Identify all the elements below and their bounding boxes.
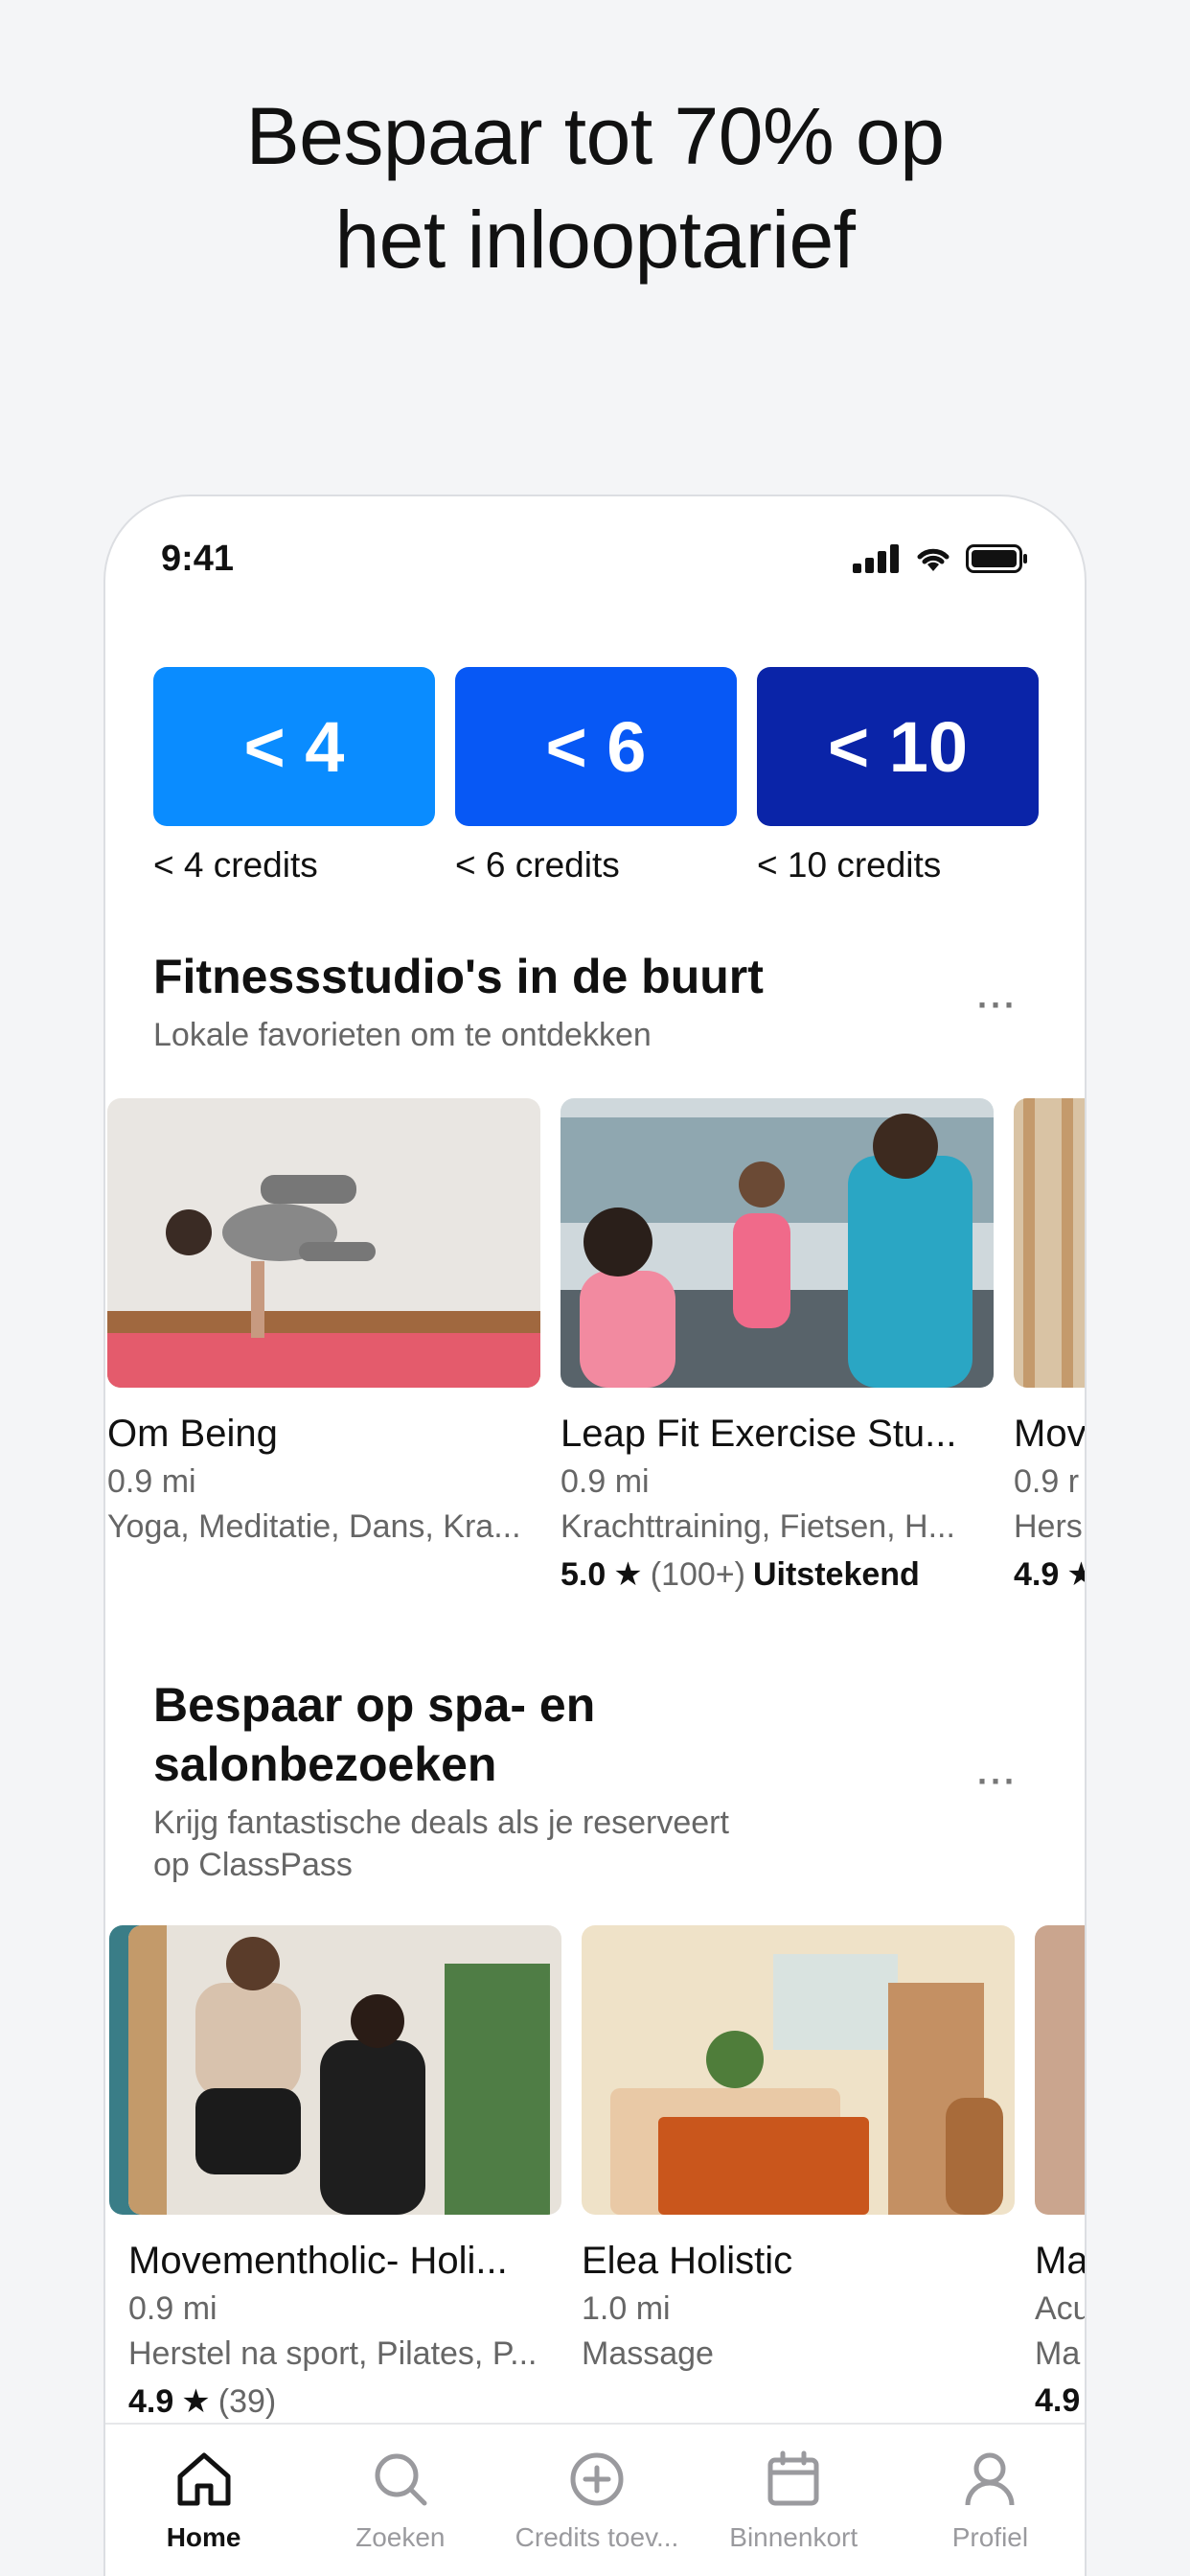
studio-tags: Herstel na sport, Pilates, P... xyxy=(128,2335,538,2372)
section-subtitle-line2: op ClassPass xyxy=(153,1847,353,1883)
status-icons xyxy=(853,544,1029,573)
headline-line2: het inlooptarief xyxy=(334,195,856,285)
studio-name: Om Being xyxy=(107,1413,278,1455)
studio-image xyxy=(128,1925,561,2215)
more-options-button[interactable]: ··· xyxy=(977,985,1018,1025)
tab-label: Zoeken xyxy=(355,2522,446,2552)
studio-distance: Acu xyxy=(1035,2290,1087,2327)
studio-distance: 0.9 mi xyxy=(128,2290,217,2327)
star-icon: ★ xyxy=(1066,1555,1085,1594)
studio-card[interactable]: Ma Acu Ma 4.9 xyxy=(1035,1925,1087,2420)
credit-tile[interactable]: < 4 xyxy=(153,667,435,826)
search-icon xyxy=(375,2453,427,2506)
studio-rating: 4.9 xyxy=(1035,2382,1085,2420)
rating-score: 4.9 xyxy=(1035,2382,1081,2419)
studio-name: Leap Fit Exercise Stu... xyxy=(561,1413,957,1455)
studio-distance: 1.0 mi xyxy=(582,2290,671,2327)
studio-distance: 0.9 r xyxy=(1014,1463,1080,1500)
studio-card[interactable]: Mov 0.9 r Hers 4.9 ★ xyxy=(1014,1098,1087,1594)
tab-search[interactable]: Zoeken xyxy=(302,2425,498,2576)
status-time: 9:41 xyxy=(161,538,235,579)
studio-card[interactable]: Movementholic- Holi... 0.9 mi Herstel na… xyxy=(128,1925,561,2421)
calendar-icon xyxy=(767,2450,819,2506)
profile-icon xyxy=(965,2452,1015,2506)
phone-frame: 9:41 < 4 < 4 credits < 6 < 6 credits < 1… xyxy=(103,494,1087,2576)
studio-card[interactable]: Om Being 0.9 mi Yoga, Meditatie, Dans, K… xyxy=(107,1098,540,1546)
credit-tile[interactable]: < 10 xyxy=(757,667,1039,826)
tab-add-credits[interactable]: Credits toev... xyxy=(498,2425,695,2576)
star-icon: ★ xyxy=(181,2383,211,2420)
home-icon xyxy=(177,2452,231,2506)
section-subtitle-line1: Krijg fantastische deals als je reservee… xyxy=(153,1805,729,1841)
section-title-line1: Bespaar op spa- en xyxy=(153,1678,596,1732)
studio-rating: 4.9 ★ (39) xyxy=(128,2382,561,2421)
credit-filters: < 4 < 4 credits < 6 < 6 credits < 10 < 1… xyxy=(153,667,1040,886)
rating-score: 4.9 xyxy=(1014,1555,1060,1593)
credit-filter-10[interactable]: < 10 < 10 credits xyxy=(757,667,1039,886)
tab-label: Credits toev... xyxy=(515,2522,679,2552)
tab-home[interactable]: Home xyxy=(105,2425,302,2576)
rating-label: Uitstekend xyxy=(752,1555,920,1593)
tab-upcoming[interactable]: Binnenkort xyxy=(696,2425,892,2576)
more-options-button[interactable]: ··· xyxy=(977,1761,1018,1802)
studio-tags: Hers xyxy=(1014,1508,1083,1545)
studio-tags: Massage xyxy=(582,2335,714,2372)
section-subtitle-spa: Krijg fantastische deals als je reservee… xyxy=(153,1802,729,1886)
studio-tags: Krachttraining, Fietsen, H... xyxy=(561,1508,955,1545)
studio-card[interactable]: Leap Fit Exercise Stu... 0.9 mi Krachttr… xyxy=(561,1098,994,1594)
credit-filter-6[interactable]: < 6 < 6 credits xyxy=(455,667,737,886)
studio-name: Elea Holistic xyxy=(582,2240,793,2282)
studio-image xyxy=(107,1098,540,1388)
battery-icon xyxy=(966,544,1027,573)
section-title-line2: salonbezoeken xyxy=(153,1737,497,1791)
section-title-gyms: Fitnessstudio's in de buurt xyxy=(153,950,764,1003)
tab-label: Binnenkort xyxy=(729,2522,858,2552)
studio-image xyxy=(1014,1098,1085,1388)
studio-tags: Ma xyxy=(1035,2335,1081,2372)
headline-line1: Bespaar tot 70% op xyxy=(245,91,945,181)
rating-score: 4.9 xyxy=(128,2382,174,2420)
studio-name: Mov xyxy=(1014,1413,1087,1455)
star-icon: ★ xyxy=(613,1556,643,1593)
tab-profile[interactable]: Profiel xyxy=(892,2425,1085,2576)
rating-count: (39) xyxy=(217,2382,277,2420)
studio-image xyxy=(582,1925,1015,2215)
status-bar: 9:41 xyxy=(161,535,1029,583)
studio-distance: 0.9 mi xyxy=(561,1463,650,1500)
credit-tile[interactable]: < 6 xyxy=(455,667,737,826)
spa-carousel[interactable]: Movementholic- Holi... 0.9 mi Herstel na… xyxy=(105,1925,1087,2462)
credit-caption: < 6 credits xyxy=(455,845,620,885)
tab-bar: Home Zoeken Credits toev... Binnenkort P… xyxy=(105,2423,1085,2576)
signal-icon xyxy=(853,544,899,573)
add-circle-icon xyxy=(570,2452,624,2506)
studio-rating: 5.0 ★ (100+) Uitstekend xyxy=(561,1555,994,1594)
studio-card[interactable]: Elea Holistic 1.0 mi Massage xyxy=(582,1925,1015,2373)
wifi-icon xyxy=(917,548,950,571)
gym-carousel[interactable]: Om Being 0.9 mi Yoga, Meditatie, Dans, K… xyxy=(105,1098,1087,1635)
headline: Bespaar tot 70% op het inlooptarief xyxy=(0,84,1190,291)
studio-tags: Yoga, Meditatie, Dans, Kra... xyxy=(107,1508,521,1545)
tab-label: Profiel xyxy=(951,2522,1029,2552)
studio-image xyxy=(1035,1925,1085,2215)
credit-filter-4[interactable]: < 4 < 4 credits xyxy=(153,667,435,886)
rating-count: (100+) xyxy=(650,1555,745,1593)
studio-name: Ma xyxy=(1035,2240,1087,2282)
studio-rating: 4.9 ★ xyxy=(1014,1555,1085,1594)
section-title-spa: Bespaar op spa- en salonbezoeken xyxy=(153,1675,595,1794)
credit-caption: < 4 credits xyxy=(153,845,318,885)
tab-label: Home xyxy=(166,2522,241,2552)
section-subtitle-gyms: Lokale favorieten om te ontdekken xyxy=(153,1017,652,1053)
studio-image xyxy=(561,1098,994,1388)
studio-distance: 0.9 mi xyxy=(107,1463,196,1500)
credit-caption: < 10 credits xyxy=(757,845,942,885)
studio-name: Movementholic- Holi... xyxy=(128,2240,508,2282)
rating-score: 5.0 xyxy=(561,1555,606,1593)
